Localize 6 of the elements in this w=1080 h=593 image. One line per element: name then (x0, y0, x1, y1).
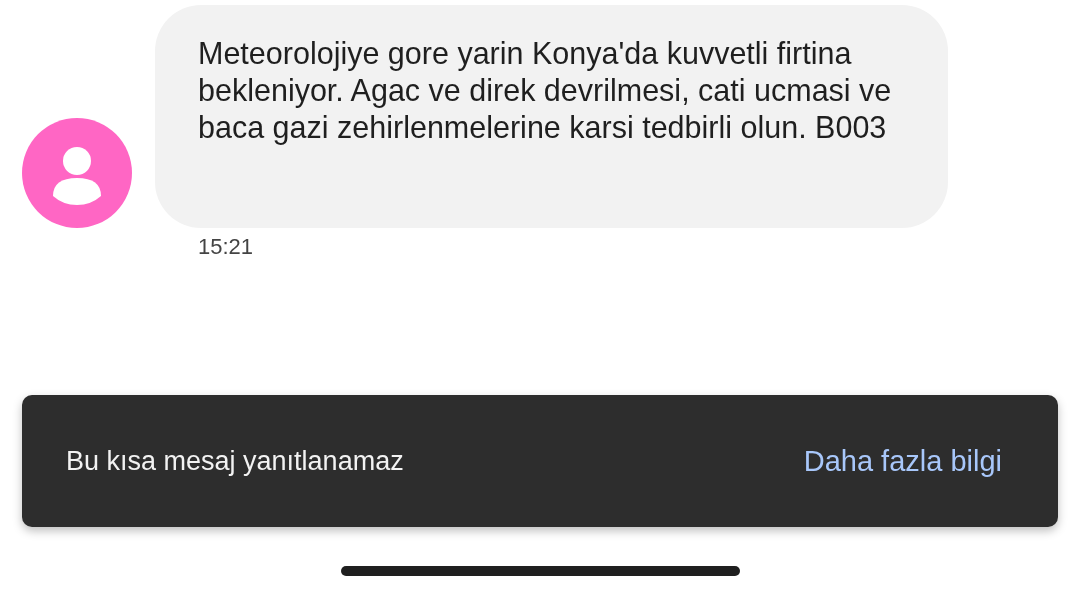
snackbar-message: Bu kısa mesaj yanıtlanamaz (66, 445, 404, 477)
home-indicator[interactable] (340, 566, 740, 576)
message-time: 15:21 (198, 234, 255, 260)
more-info-link[interactable]: Daha fazla bilgi (803, 444, 1002, 478)
contact-avatar-icon (22, 118, 132, 228)
message-text: Meteorolojiye gore yarin Konya'da kuvvetli firtina bekleniyor. Agac ve direk devrilmesi, cati ucmasi ve baca gazi zehirlenmelerine karsi tedbirli olun. B003 (198, 35, 893, 146)
